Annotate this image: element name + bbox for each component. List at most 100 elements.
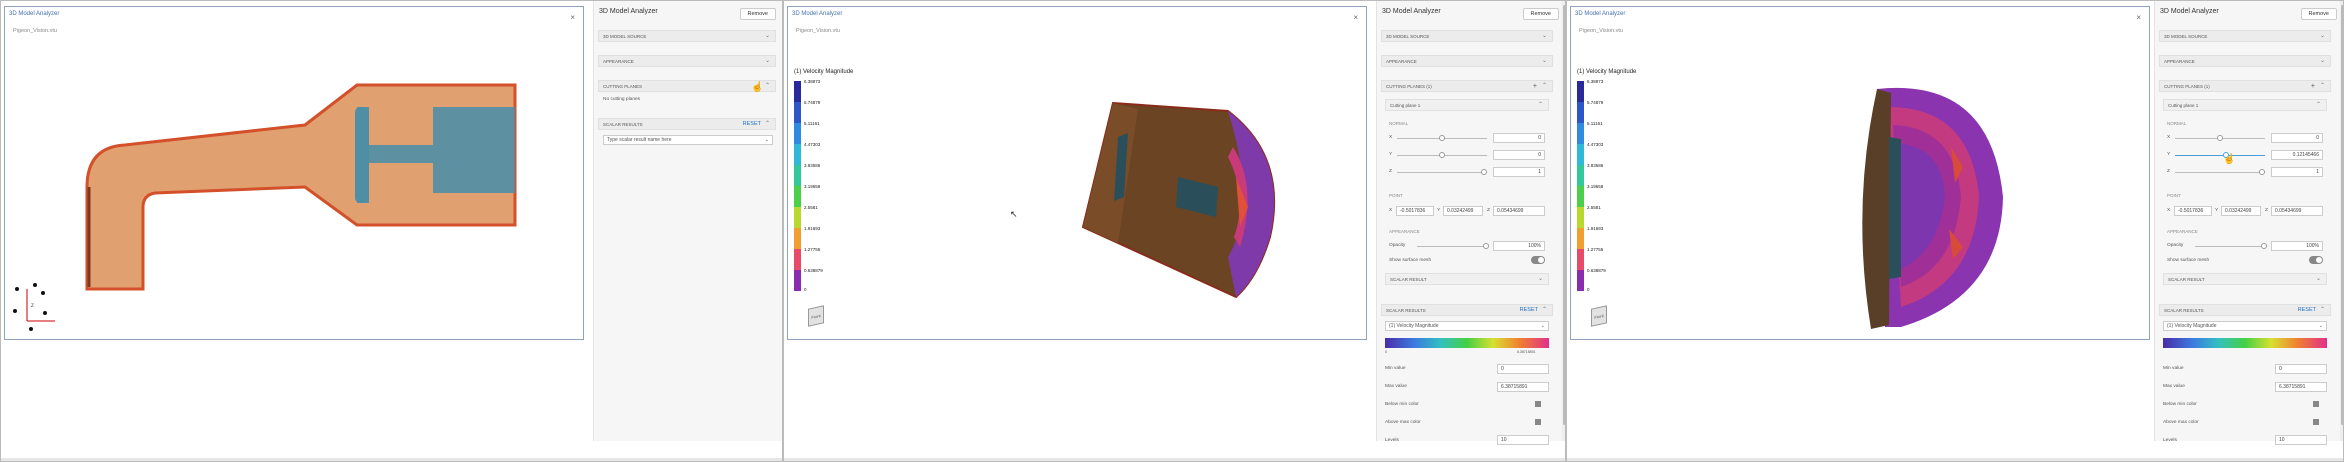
analyzer-window-2: 3D Model Analyzer × Pigeon_Vision.vtu (1… <box>783 0 1566 462</box>
gradient-max-tick: 6.38715891 <box>1517 350 1536 354</box>
no-planes-text: No cutting planes <box>603 97 641 102</box>
above-max-swatch[interactable] <box>1535 419 1541 425</box>
view-cube[interactable]: Front <box>1591 305 1607 327</box>
orientation-gizmo[interactable]: Z <box>11 281 61 331</box>
section-scalar-results[interactable]: SCALAR RESULTS Reset ⌃ <box>2159 304 2331 316</box>
analyzer-window-3: 3D Model Analyzer × Pigeon_Vision.vtu (1… <box>1566 0 2344 462</box>
normal-label: NORMAL <box>1389 121 1409 126</box>
min-value-label: Min value <box>1385 366 1406 371</box>
max-value-input[interactable]: 6.38715891 <box>2275 382 2327 392</box>
above-max-swatch[interactable] <box>2313 419 2319 425</box>
normal-y-slider[interactable] <box>2175 155 2265 156</box>
min-value-input[interactable]: 0 <box>2275 364 2327 374</box>
normal-x-input[interactable]: 0 <box>2271 133 2323 143</box>
point-z-input[interactable]: 0.05434699 <box>1493 206 1545 216</box>
point-y-input[interactable]: 0.03242499 <box>2221 206 2261 216</box>
min-value-input[interactable]: 0 <box>1497 364 1549 374</box>
normal-z-input[interactable]: 1 <box>2271 167 2323 177</box>
axis-label-z: Z <box>1389 169 1392 174</box>
normal-y-input[interactable]: 0 <box>1493 150 1545 160</box>
viewer-3d[interactable]: 3D Model Analyzer × Pigeon_Vision.vtu Z <box>4 6 584 340</box>
section-model-source[interactable]: 3D MODEL SOURCE ⌄ <box>2159 30 2331 42</box>
levels-input[interactable]: 10 <box>2275 435 2327 445</box>
chevron-up-icon: ⌃ <box>764 121 770 127</box>
scalar-result-sub[interactable]: SCALAR RESULT ⌄ <box>1385 273 1549 285</box>
axis-label-x: X <box>1389 135 1393 140</box>
normal-z-slider[interactable] <box>1397 172 1487 173</box>
opacity-slider[interactable] <box>2195 246 2265 247</box>
panel-title: 3D Model Analyzer <box>1382 8 1441 15</box>
reset-link[interactable]: Reset <box>2298 305 2316 316</box>
view-cube[interactable]: Front <box>808 305 824 327</box>
section-cutting-planes[interactable]: CUTTING PLANES + ⌃ <box>598 80 776 92</box>
add-plane-icon[interactable]: + <box>1533 81 1537 92</box>
below-min-swatch[interactable] <box>2313 401 2319 407</box>
chevron-down-icon: ⌄ <box>1541 58 1547 64</box>
section-appearance[interactable]: APPEARANCE ⌄ <box>598 55 776 67</box>
section-model-source[interactable]: 3D MODEL SOURCE ⌄ <box>1381 30 1553 42</box>
scalar-result-select[interactable]: (1) Velocity Magnitude ⌄ <box>2163 321 2327 331</box>
slider-knob[interactable] <box>2259 169 2265 175</box>
normal-y-input[interactable]: 0.12145466 <box>2271 150 2323 160</box>
below-min-swatch[interactable] <box>1535 401 1541 407</box>
control-panel-3: 3D Model Analyzer Remove 3D MODEL SOURCE… <box>2154 1 2343 445</box>
opacity-input[interactable]: 100% <box>2271 241 2323 251</box>
above-max-label: Above max color <box>1385 420 1421 425</box>
reset-link[interactable]: Reset <box>743 119 761 130</box>
normal-z-slider[interactable] <box>2175 172 2265 173</box>
svg-text:Z: Z <box>31 303 34 308</box>
levels-label: Levels <box>2163 438 2177 443</box>
remove-button[interactable]: Remove <box>1522 8 1559 20</box>
pipe-model <box>85 83 517 291</box>
remove-button[interactable]: Remove <box>739 8 776 20</box>
section-cutting-planes[interactable]: CUTTING PLANES (1) + ⌃ <box>1381 80 1553 92</box>
scalar-result-select[interactable]: (1) Velocity Magnitude ⌄ <box>1385 321 1549 331</box>
levels-input[interactable]: 10 <box>1497 435 1549 445</box>
opacity-slider[interactable] <box>1417 246 1487 247</box>
pointer-cursor: ☝ <box>751 82 764 93</box>
add-plane-icon[interactable]: + <box>2311 81 2315 92</box>
viewer-3d[interactable]: 3D Model Analyzer × Pigeon_Vision.vtu (1… <box>1570 6 2150 340</box>
point-x-input[interactable]: -0.5017836 <box>1396 206 1434 216</box>
viewer-3d[interactable]: 3D Model Analyzer × Pigeon_Vision.vtu (1… <box>787 6 1367 340</box>
point-z-input[interactable]: 0.05434699 <box>2271 206 2323 216</box>
appearance-sub-label: APPEARANCE <box>1389 229 1420 234</box>
control-panel-1: 3D Model Analyzer Remove 3D MODEL SOURCE… <box>593 1 782 441</box>
chevron-up-icon: ⌃ <box>1541 83 1547 89</box>
surface-mesh-toggle[interactable] <box>1531 256 1545 264</box>
slider-knob[interactable] <box>1481 169 1487 175</box>
section-cutting-planes[interactable]: CUTTING PLANES (1) + ⌃ <box>2159 80 2331 92</box>
max-value-label: Max value <box>2163 384 2185 389</box>
cutting-plane-item[interactable]: Cutting plane 1 ⌃ <box>1385 99 1549 111</box>
slider-knob[interactable] <box>1439 152 1445 158</box>
normal-z-input[interactable]: 1 <box>1493 167 1545 177</box>
slider-knob[interactable] <box>2217 135 2223 141</box>
cut-model <box>1862 87 2003 329</box>
section-appearance[interactable]: APPEARANCE ⌄ <box>1381 55 1553 67</box>
scalar-result-input[interactable]: Type scalar result name here ⌄ <box>603 135 773 145</box>
max-value-input[interactable]: 6.38715891 <box>1497 382 1549 392</box>
point-y-input[interactable]: 0.03242499 <box>1443 206 1483 216</box>
surface-mesh-toggle[interactable] <box>2309 256 2323 264</box>
opacity-input[interactable]: 100% <box>1493 241 1545 251</box>
section-scalar-results[interactable]: SCALAR RESULTS Reset ⌃ <box>598 118 776 130</box>
slider-knob[interactable] <box>1439 135 1445 141</box>
section-model-source[interactable]: 3D MODEL SOURCE ⌄ <box>598 30 776 42</box>
slider-knob[interactable] <box>2261 243 2267 249</box>
chevron-down-icon: ⌄ <box>764 137 769 143</box>
cutting-plane-item[interactable]: Cutting plane 1 ⌃ <box>2163 99 2327 111</box>
reset-link[interactable]: Reset <box>1520 305 1538 316</box>
normal-x-input[interactable]: 0 <box>1493 133 1545 143</box>
section-appearance[interactable]: APPEARANCE ⌄ <box>2159 55 2331 67</box>
slider-knob[interactable] <box>1483 243 1489 249</box>
section-scalar-results[interactable]: SCALAR RESULTS Reset ⌃ <box>1381 304 1553 316</box>
scalar-result-sub[interactable]: SCALAR RESULT ⌄ <box>2163 273 2327 285</box>
axis-label-x: X <box>1389 208 1393 213</box>
remove-button[interactable]: Remove <box>2300 8 2337 20</box>
point-x-input[interactable]: -0.5017836 <box>2174 206 2212 216</box>
chevron-down-icon: ⌄ <box>2319 58 2325 64</box>
scrollbar[interactable] <box>2340 1 2343 441</box>
chevron-down-icon: ⌄ <box>2319 33 2325 39</box>
axis-label-y: Y <box>1437 208 1441 213</box>
chevron-down-icon: ⌄ <box>764 33 770 39</box>
